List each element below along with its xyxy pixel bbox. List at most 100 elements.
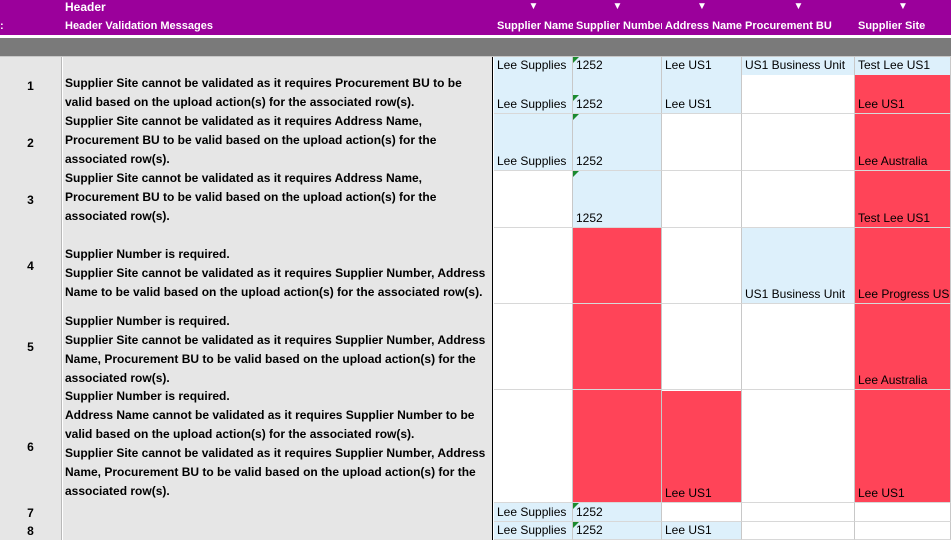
filter-dropdown-icon-address-name[interactable]: ▼ bbox=[662, 1, 742, 15]
table-row: 4 Supplier Number is required. Supplier … bbox=[0, 228, 951, 304]
address-name-cell[interactable]: Lee US1 Lee US1 bbox=[662, 57, 742, 114]
procurement-bu-cell[interactable]: US1 Business Unit bbox=[742, 228, 855, 304]
supplier-number-cell[interactable]: 1252 bbox=[573, 522, 662, 540]
address-name-cell[interactable] bbox=[662, 114, 742, 171]
validation-message: Name, Procurement BU to be valid based o… bbox=[65, 352, 476, 366]
procurement-bu-cell[interactable]: US1 Business Unit bbox=[742, 57, 855, 114]
cell-value: Lee Supplies bbox=[497, 505, 567, 519]
validation-message-cell bbox=[63, 522, 493, 540]
cell-value: 1252 bbox=[576, 97, 603, 111]
validation-message: Supplier Site cannot be validated as it … bbox=[65, 266, 486, 280]
filter-dropdown-icon-supplier-number[interactable]: ▼ bbox=[573, 1, 662, 15]
supplier-site-cell[interactable]: Lee Australia bbox=[855, 114, 951, 171]
header-bar: Header : Header Validation Messages ▼ ▼ … bbox=[0, 0, 951, 35]
supplier-site-cell[interactable]: Lee US1 bbox=[855, 390, 951, 503]
validation-message: Name to be valid based on the upload act… bbox=[65, 285, 483, 299]
procurement-bu-cell[interactable] bbox=[742, 304, 855, 390]
filter-dropdown-icon-supplier-site[interactable]: ▼ bbox=[855, 1, 951, 15]
validation-message-cell: Supplier Number is required. Address Nam… bbox=[63, 390, 493, 503]
supplier-name-cell[interactable]: Lee Supplies bbox=[494, 114, 573, 171]
cell-value: 1252 bbox=[576, 523, 603, 537]
validation-message-cell: Supplier Site cannot be validated as it … bbox=[63, 171, 493, 228]
supplier-number-cell[interactable] bbox=[573, 228, 662, 304]
supplier-name-cell[interactable] bbox=[494, 228, 573, 304]
header-left-fragment: : bbox=[0, 20, 4, 32]
supplier-number-cell[interactable]: 1252 bbox=[573, 171, 662, 228]
row-number: 2 bbox=[0, 114, 62, 171]
validation-message: Supplier Site cannot be validated as it … bbox=[65, 333, 486, 347]
validation-message: associated row(s). bbox=[65, 371, 170, 385]
address-name-cell[interactable] bbox=[662, 228, 742, 304]
supplier-number-cell[interactable] bbox=[573, 390, 662, 503]
supplier-number-cell[interactable]: 1252 1252 bbox=[573, 57, 662, 114]
filter-dropdown-icon-supplier-name[interactable]: ▼ bbox=[494, 1, 573, 15]
row-number: 4 bbox=[0, 228, 62, 304]
cell-divider bbox=[662, 390, 741, 391]
cell-value: 1252 bbox=[576, 505, 603, 519]
supplier-number-cell[interactable] bbox=[573, 304, 662, 390]
column-header-supplier-name[interactable]: Supplier Name bbox=[497, 20, 573, 35]
row-number: 5 bbox=[0, 304, 62, 390]
supplier-name-cell[interactable]: Lee Supplies bbox=[494, 503, 573, 522]
supplier-site-cell[interactable]: Lee Progress US bbox=[855, 228, 951, 304]
address-name-cell[interactable] bbox=[662, 304, 742, 390]
address-name-cell[interactable] bbox=[662, 171, 742, 228]
address-name-cell[interactable]: Lee US1 bbox=[662, 390, 742, 503]
cell-value: Lee Progress US bbox=[858, 287, 950, 301]
supplier-site-cell[interactable] bbox=[855, 503, 951, 522]
cell-value: US1 Business Unit bbox=[745, 58, 846, 72]
address-name-cell[interactable] bbox=[662, 503, 742, 522]
procurement-bu-cell[interactable] bbox=[742, 114, 855, 171]
cell-value: Lee US1 bbox=[665, 58, 712, 72]
validation-message: Supplier Number is required. bbox=[65, 247, 230, 261]
row-number: 6 bbox=[0, 390, 62, 503]
validation-message: Supplier Site cannot be validated as it … bbox=[65, 76, 462, 90]
column-header-address-name[interactable]: Address Name bbox=[665, 20, 742, 35]
supplier-number-cell[interactable]: 1252 bbox=[573, 114, 662, 171]
comment-indicator-icon bbox=[573, 114, 579, 120]
cell-value: Test Lee US1 bbox=[858, 58, 931, 72]
table-row: 6 Supplier Number is required. Address N… bbox=[0, 390, 951, 503]
cell-value: Test Lee US1 bbox=[858, 211, 931, 225]
validation-message-cell: Supplier Number is required. Supplier Si… bbox=[63, 228, 493, 304]
procurement-bu-cell[interactable] bbox=[742, 390, 855, 503]
supplier-name-cell[interactable]: Lee Supplies Lee Supplies bbox=[494, 57, 573, 114]
supplier-name-cell[interactable] bbox=[494, 304, 573, 390]
validation-message: Supplier Number is required. bbox=[65, 390, 230, 403]
column-header-supplier-number[interactable]: Supplier Number bbox=[576, 20, 662, 35]
filter-dropdown-icon-procurement-bu[interactable]: ▼ bbox=[742, 1, 855, 15]
validation-message: Address Name cannot be validated as it r… bbox=[65, 408, 475, 422]
table-row: 8 Lee Supplies 1252 Lee US1 bbox=[0, 522, 951, 540]
validation-message: associated row(s). bbox=[65, 484, 170, 498]
cell-value: Lee US1 bbox=[665, 523, 712, 537]
supplier-number-cell[interactable]: 1252 bbox=[573, 503, 662, 522]
row-number: 8 bbox=[0, 522, 62, 540]
column-header-procurement-bu[interactable]: Procurement BU bbox=[745, 20, 855, 35]
cell-value: 1252 bbox=[576, 58, 603, 72]
supplier-site-cell[interactable]: Test Lee US1 bbox=[855, 171, 951, 228]
cell-value: Lee US1 bbox=[858, 97, 905, 111]
supplier-site-cell[interactable]: Test Lee US1 Lee US1 bbox=[855, 57, 951, 114]
procurement-bu-cell[interactable] bbox=[742, 522, 855, 540]
cell-value: Lee US1 bbox=[858, 486, 905, 500]
procurement-bu-cell[interactable] bbox=[742, 503, 855, 522]
comment-indicator-icon bbox=[573, 171, 579, 177]
procurement-bu-cell[interactable] bbox=[742, 171, 855, 228]
validation-message-cell: Supplier Number is required. Supplier Si… bbox=[63, 304, 493, 390]
validation-message-cell bbox=[63, 503, 493, 522]
supplier-name-cell[interactable] bbox=[494, 390, 573, 503]
supplier-site-cell[interactable] bbox=[855, 522, 951, 540]
validation-message-cell: Supplier Site cannot be validated as it … bbox=[63, 114, 493, 171]
cell-value: Lee US1 bbox=[665, 97, 712, 111]
supplier-name-cell[interactable]: Lee Supplies bbox=[494, 522, 573, 540]
cell-value: Lee Supplies bbox=[497, 154, 567, 168]
validation-message: Procurement BU to be valid based on the … bbox=[65, 133, 437, 147]
table-row: 7 Lee Supplies 1252 bbox=[0, 503, 951, 522]
address-name-cell[interactable]: Lee US1 bbox=[662, 522, 742, 540]
column-header-supplier-site[interactable]: Supplier Site bbox=[858, 20, 951, 35]
section-separator-band bbox=[0, 38, 951, 56]
supplier-name-cell[interactable] bbox=[494, 171, 573, 228]
cell-value: Lee US1 bbox=[665, 486, 712, 500]
supplier-site-cell[interactable]: Lee Australia bbox=[855, 304, 951, 390]
validation-message: associated row(s). bbox=[65, 152, 170, 166]
